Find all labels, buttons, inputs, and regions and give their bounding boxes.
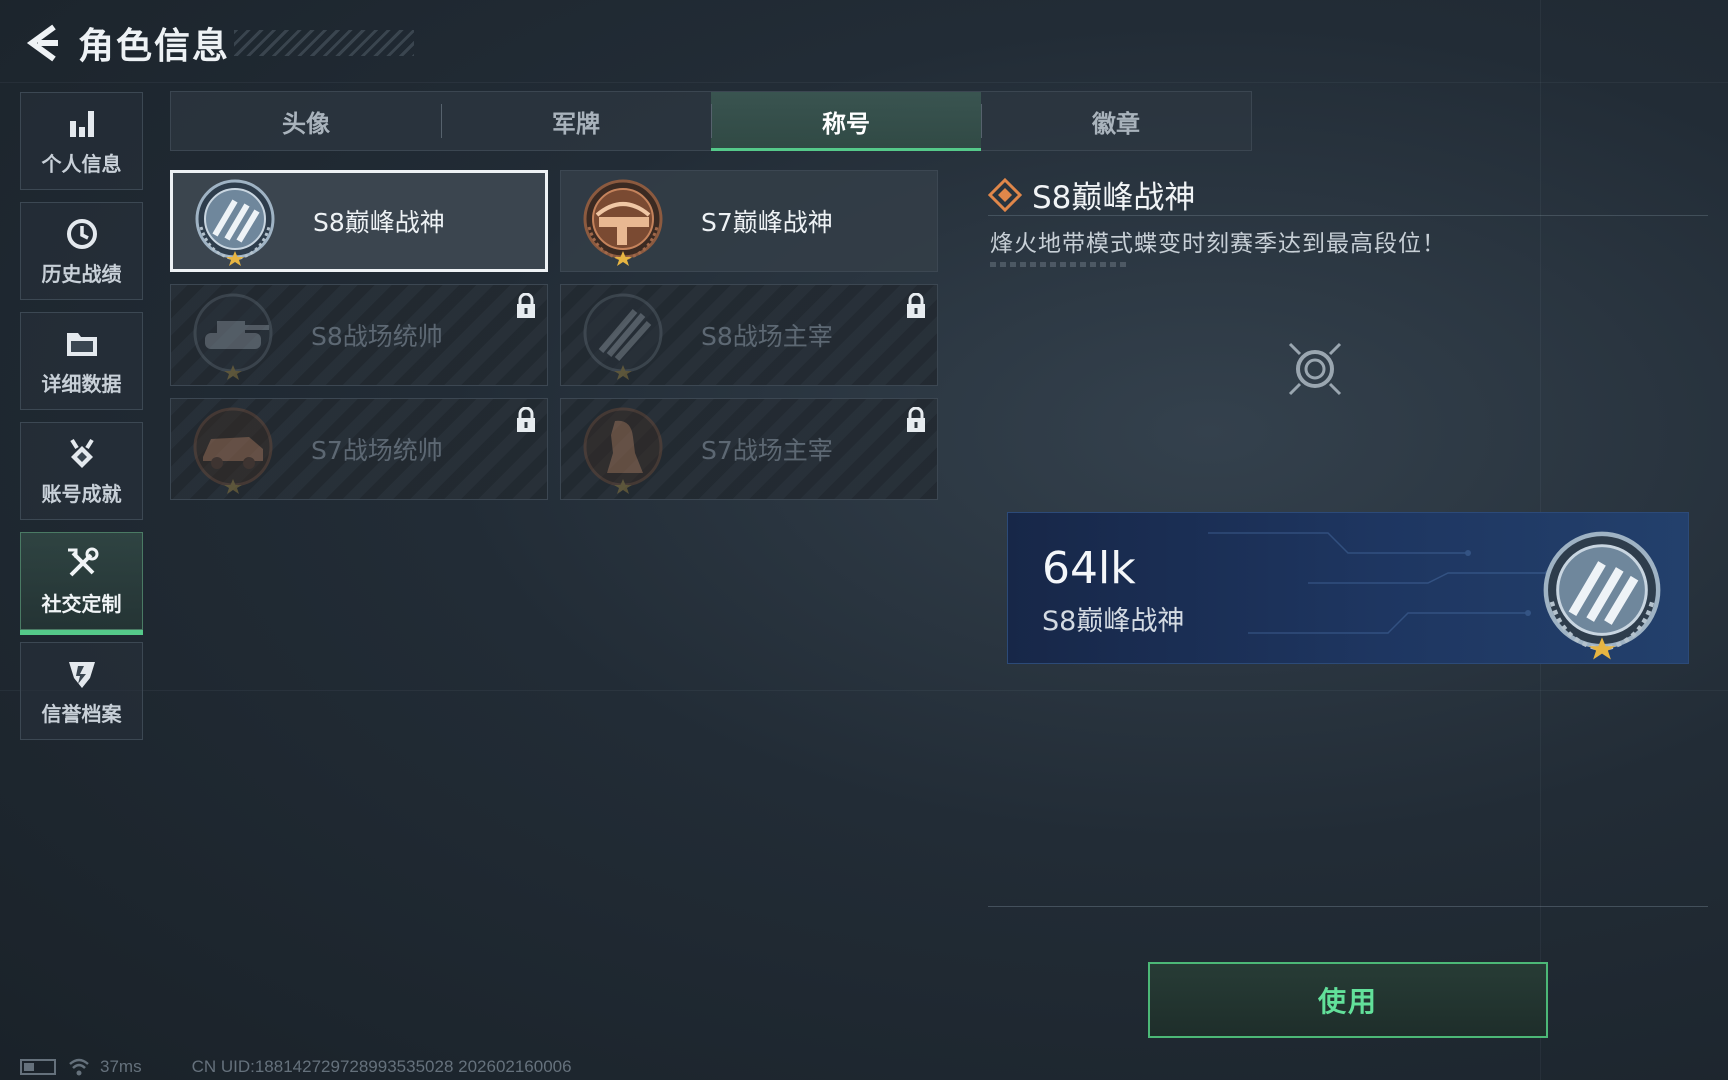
folder-icon <box>64 326 100 362</box>
player-name: 64lk <box>1042 543 1136 594</box>
sidebar: 个人信息 历史战绩 详细数据 账号成就 社交定制 信誉档案 <box>20 92 143 752</box>
sidebar-item-label: 历史战绩 <box>41 261 122 286</box>
title-card[interactable]: S8巅峰战神 <box>170 170 548 272</box>
divider <box>988 215 1708 216</box>
title-card-name: S8巅峰战神 <box>313 208 445 237</box>
sidebar-item-social-customization[interactable]: 社交定制 <box>20 532 143 635</box>
title-card-name: S8战场主宰 <box>701 322 833 351</box>
bg-grid-line <box>0 82 1728 83</box>
shield-icon <box>64 656 100 692</box>
wifi-icon <box>69 1058 89 1076</box>
banner-title: S8巅峰战神 <box>1042 606 1185 637</box>
medal-icon <box>64 436 100 472</box>
target-icon <box>1288 342 1342 396</box>
silver-wings-emblem-icon <box>195 179 275 266</box>
bar-chart-icon <box>64 106 100 142</box>
tab-avatar[interactable]: 头像 <box>171 92 441 150</box>
sidebar-item-history[interactable]: 历史战绩 <box>20 202 143 300</box>
tab-title[interactable]: 称号 <box>711 92 981 151</box>
page-header: 角色信息 <box>20 18 415 68</box>
back-arrow-icon <box>26 24 58 62</box>
title-card-name: S7巅峰战神 <box>701 208 833 237</box>
title-card-name: S7战场主宰 <box>701 436 833 465</box>
detail-title: S8巅峰战神 <box>1032 180 1196 216</box>
bg-grid-line <box>0 690 1728 691</box>
title-card[interactable]: S8战场主宰 <box>560 284 938 386</box>
sidebar-item-label: 信誉档案 <box>41 701 122 726</box>
tools-icon <box>64 546 100 582</box>
title-card[interactable]: S8战场统帅 <box>170 284 548 386</box>
title-decoration <box>234 30 415 56</box>
tab-badge[interactable]: 徽章 <box>981 92 1251 150</box>
soldier-emblem-icon <box>583 407 663 494</box>
lock-icon <box>907 293 925 318</box>
sidebar-item-label: 个人信息 <box>41 151 122 176</box>
title-preview-banner: 64lk S8巅峰战神 <box>1007 512 1689 664</box>
status-bar: 37ms CN UID:188142729728993535028 202602… <box>20 1056 572 1078</box>
sidebar-item-detailed-data[interactable]: 详细数据 <box>20 312 143 410</box>
detail-header: S8巅峰战神 <box>988 172 1195 217</box>
detail-decoration <box>990 262 1126 267</box>
title-card[interactable]: S7战场统帅 <box>170 398 548 500</box>
use-button[interactable]: 使用 <box>1148 962 1548 1038</box>
title-card[interactable]: S7巅峰战神 <box>560 170 938 272</box>
lock-icon <box>517 293 535 318</box>
diamond-title-icon <box>988 177 1022 212</box>
sidebar-item-credit-record[interactable]: 信誉档案 <box>20 642 143 740</box>
title-card[interactable]: S7战场主宰 <box>560 398 938 500</box>
sidebar-item-achievements[interactable]: 账号成就 <box>20 422 143 520</box>
category-tabs: 头像 军牌 称号 徽章 <box>170 91 1252 151</box>
detail-description: 烽火地带模式蝶变时刻赛季达到最高段位！ <box>990 231 1446 257</box>
sidebar-item-label: 详细数据 <box>41 371 122 396</box>
sidebar-item-label: 账号成就 <box>41 481 122 506</box>
missile-emblem-icon <box>583 293 663 380</box>
title-card-name: S7战场统帅 <box>311 436 443 465</box>
tank-emblem-icon <box>193 293 273 380</box>
back-button[interactable] <box>20 21 64 65</box>
ping-value: 37ms <box>100 1057 142 1076</box>
bronze-crossbow-emblem-icon <box>583 179 663 266</box>
lock-icon <box>517 407 535 432</box>
page-title: 角色信息 <box>78 26 231 67</box>
vehicle-emblem-icon <box>193 407 273 494</box>
title-card-name: S8战场统帅 <box>311 322 443 351</box>
silver-wings-emblem-icon <box>1543 531 1661 660</box>
sidebar-item-personal-info[interactable]: 个人信息 <box>20 92 143 190</box>
lock-icon <box>907 407 925 432</box>
history-icon <box>64 216 100 252</box>
sidebar-item-label: 社交定制 <box>41 591 122 616</box>
battery-icon <box>20 1059 56 1075</box>
user-uid: CN UID:188142729728993535028 20260216000… <box>191 1057 572 1076</box>
divider <box>988 906 1708 907</box>
tab-dog-tag[interactable]: 军牌 <box>441 92 711 150</box>
